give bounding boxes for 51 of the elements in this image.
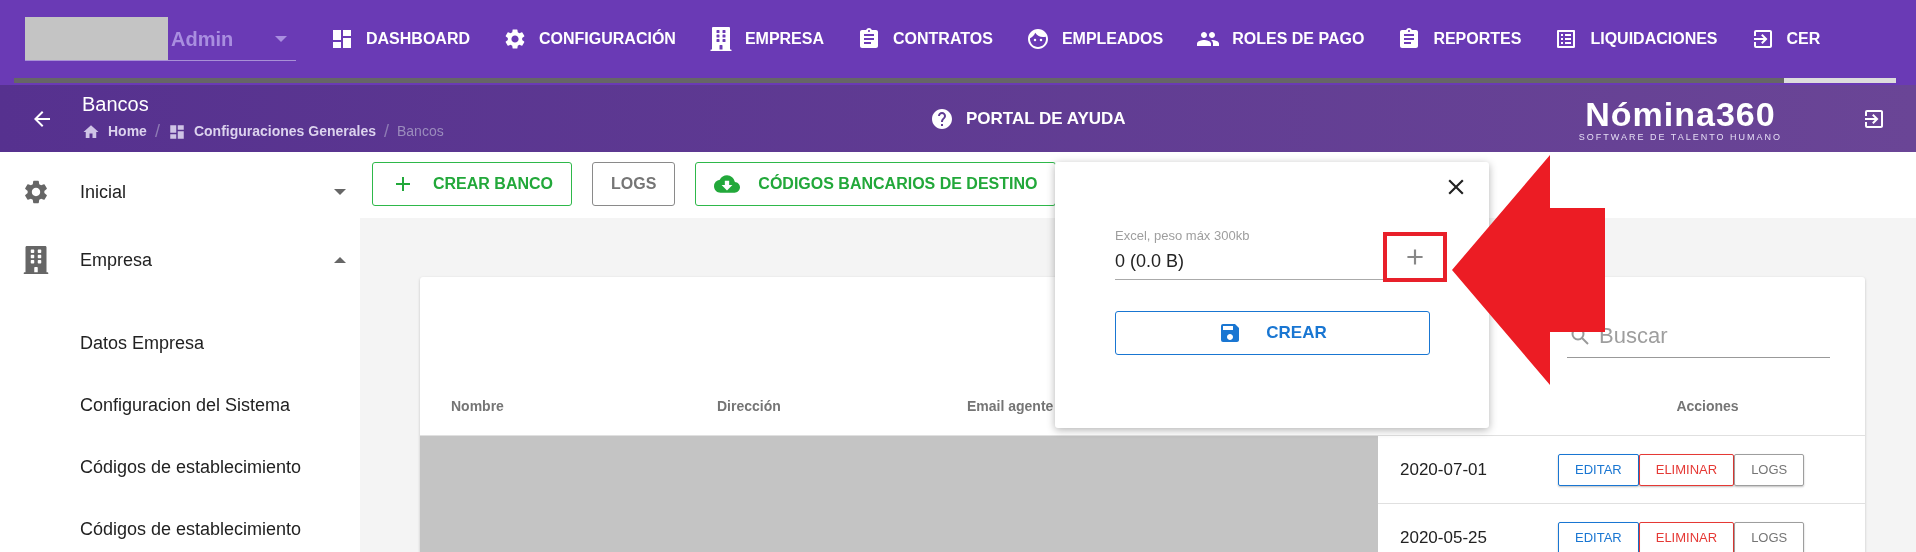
column-header: Email agente bbox=[967, 398, 1054, 414]
create-button[interactable]: CREAR bbox=[1115, 311, 1430, 355]
toolbar-button[interactable]: LOGS bbox=[592, 162, 676, 206]
nav-link[interactable]: DASHBOARD bbox=[330, 27, 470, 51]
breadcrumb-separator: / bbox=[154, 120, 160, 143]
caret-icon bbox=[275, 35, 287, 42]
nav-link[interactable]: CER bbox=[1750, 27, 1821, 51]
help-link[interactable]: PORTAL DE AYUDA bbox=[930, 105, 1126, 132]
dashboard-icon bbox=[330, 27, 354, 51]
nav-link[interactable]: REPORTES bbox=[1397, 27, 1522, 51]
page-title: Bancos bbox=[82, 92, 150, 116]
sidebar-subitem[interactable]: Códigos de establecimiento bbox=[0, 498, 360, 552]
column-header: Acciones bbox=[1676, 398, 1739, 414]
search-field[interactable]: Buscar bbox=[1567, 314, 1830, 358]
sidebar-subitem[interactable]: Configuracion del Sistema bbox=[0, 374, 360, 436]
gear-icon bbox=[503, 27, 527, 51]
nav-link[interactable]: CONFIGURACIÓN bbox=[503, 27, 676, 51]
action-button[interactable]: EDITAR bbox=[1558, 453, 1639, 486]
breadcrumb-separator: / bbox=[384, 120, 389, 143]
logo-text: Nómina360 bbox=[1585, 95, 1776, 132]
nav-link[interactable]: EMPRESA bbox=[708, 27, 824, 51]
column-header: Nombre bbox=[451, 398, 504, 414]
table-cell-text: 2020-07-01 bbox=[1399, 458, 1488, 481]
nav-link[interactable]: ROLES DE PAGO bbox=[1196, 27, 1365, 51]
action-button[interactable]: EDITAR bbox=[1558, 521, 1639, 552]
action-button[interactable]: LOGS bbox=[1734, 521, 1805, 552]
file-field[interactable]: Excel, peso máx 300kb 0 (0.0 B) bbox=[1115, 226, 1445, 280]
logo-tagline: SOFTWARE DE TALENTO HUMANO bbox=[1578, 131, 1782, 142]
action-button[interactable]: LOGS bbox=[1734, 453, 1805, 486]
action-button[interactable]: ELIMINAR bbox=[1638, 453, 1735, 486]
field-value: 0 (0.0 B) bbox=[1115, 250, 1185, 271]
sidebar-item[interactable]: Inicial bbox=[0, 158, 360, 226]
building-icon bbox=[22, 246, 50, 274]
field-label: Excel, peso máx 300kb bbox=[1115, 228, 1250, 243]
clipboard-icon bbox=[857, 27, 881, 51]
breadcrumb-link[interactable]: Configuraciones Generales bbox=[193, 121, 376, 142]
action-button[interactable]: ELIMINAR bbox=[1638, 521, 1735, 552]
face-icon bbox=[1025, 27, 1050, 51]
gear-icon bbox=[22, 178, 50, 206]
building-icon bbox=[708, 27, 733, 51]
help-icon bbox=[930, 106, 954, 131]
nav-link[interactable]: CONTRATOS bbox=[857, 27, 993, 51]
column-header: Dirección bbox=[717, 398, 781, 414]
sidebar-subitem[interactable]: Códigos de establecimiento bbox=[0, 436, 360, 498]
sidebar-subitem[interactable]: Datos Empresa bbox=[0, 312, 360, 374]
sidebar-item[interactable]: Empresa bbox=[0, 226, 360, 294]
breadcrumb-link[interactable]: Home bbox=[108, 121, 147, 142]
table-cell-text: 2020-05-25 bbox=[1399, 526, 1488, 549]
nav-link[interactable]: EMPLEADOS bbox=[1025, 27, 1164, 51]
nav-link[interactable]: LIQUIDACIONES bbox=[1554, 27, 1718, 51]
dashboard-icon bbox=[167, 122, 186, 141]
